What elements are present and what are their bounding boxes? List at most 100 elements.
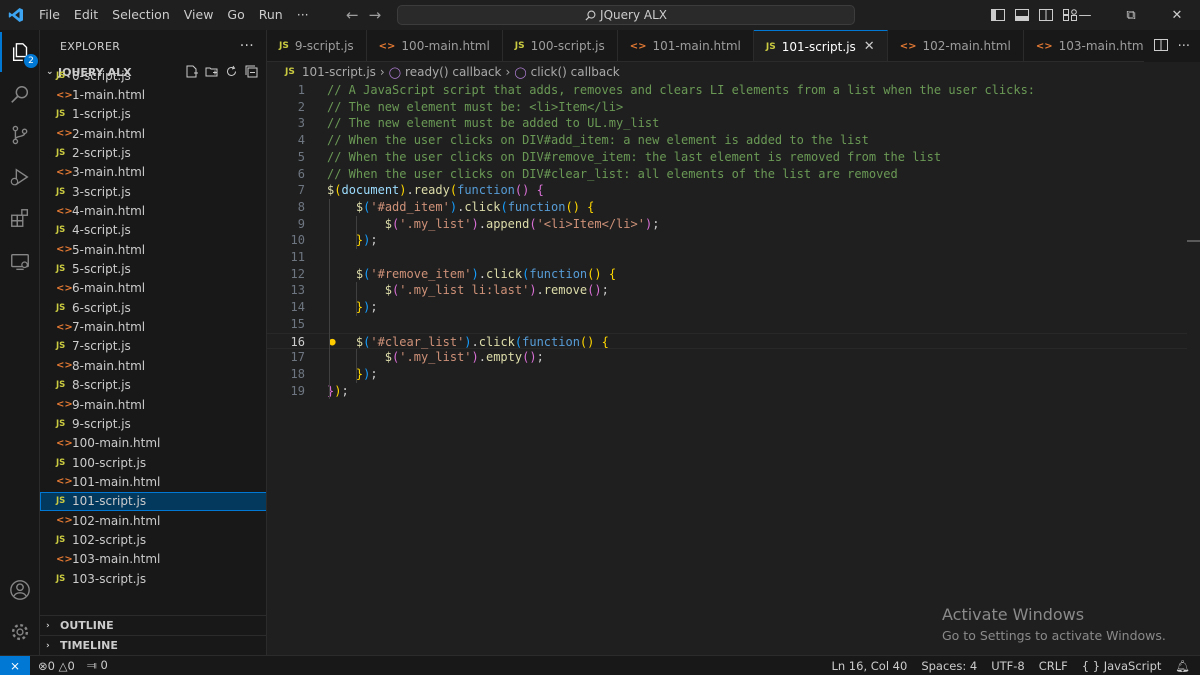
code-line: 2 // The new element must be: <li>Item</l… (267, 99, 1187, 116)
line-number: 5 (297, 149, 305, 164)
toggle-sidebar-icon[interactable] (990, 8, 1006, 22)
file-name: 101-script.js (72, 494, 147, 509)
code-line: 14 }); (267, 299, 1187, 316)
file-item[interactable]: JS 1-script.js (40, 105, 266, 124)
file-item[interactable]: <> 8-main.html (40, 356, 266, 375)
breadcrumb-symbol-click[interactable]: click() callback (531, 65, 620, 79)
notifications-bell-icon[interactable]: 🔔︎ (1175, 659, 1190, 673)
file-item[interactable]: <> 101-main.html (40, 472, 266, 491)
more-actions-icon[interactable]: ··· (1178, 39, 1190, 54)
file-item[interactable]: JS 9-script.js (40, 414, 266, 433)
js-file-icon: JS (56, 341, 66, 352)
file-item[interactable]: JS 6-script.js (40, 298, 266, 317)
file-item[interactable]: <> 9-main.html (40, 395, 266, 414)
minimize-icon[interactable]: — (1062, 0, 1108, 30)
file-item[interactable]: JS 2-script.js (40, 143, 266, 162)
file-item[interactable]: JS 4-script.js (40, 221, 266, 240)
outline-section[interactable]: › OUTLINE (40, 615, 266, 635)
menu-item[interactable]: Go (220, 0, 251, 30)
line-number: 4 (297, 133, 305, 148)
file-name: 9-script.js (72, 416, 131, 431)
editor-tab[interactable]: <> 103-main.html (1024, 30, 1160, 61)
split-editor-icon[interactable] (1153, 38, 1168, 54)
source-control-icon[interactable] (0, 115, 40, 155)
file-item[interactable]: <> 5-main.html (40, 240, 266, 259)
ports-indicator[interactable]: ⫥ 0 (87, 658, 108, 673)
restore-icon[interactable]: ⧉ (1108, 0, 1154, 30)
command-center-search[interactable]: JQuery ALX (397, 5, 855, 25)
explorer-more-icon[interactable]: ··· (240, 38, 254, 54)
editor-tab[interactable]: <> 100-main.html (367, 30, 503, 61)
file-item[interactable]: <> 6-main.html (40, 279, 266, 298)
file-item[interactable]: <> 100-main.html (40, 434, 266, 453)
encoding[interactable]: UTF-8 (991, 659, 1025, 673)
menu-item[interactable]: View (177, 0, 221, 30)
menu-item[interactable]: Run (252, 0, 290, 30)
toggle-panel-icon[interactable] (1014, 8, 1030, 22)
problems-indicator[interactable]: ⊗0 △0 (38, 659, 75, 673)
code-line: 11 (267, 249, 1187, 266)
editor-tab[interactable]: JS 9-script.js (267, 30, 367, 61)
editor-tab[interactable]: JS 100-script.js (503, 30, 618, 61)
language-mode[interactable]: { } JavaScript (1082, 659, 1162, 673)
forward-arrow-icon[interactable]: → (369, 6, 382, 24)
back-arrow-icon[interactable]: ← (346, 6, 359, 24)
file-item[interactable]: JS 8-script.js (40, 376, 266, 395)
code-text: }); (355, 366, 378, 381)
menu-item[interactable]: ··· (290, 0, 316, 30)
breadcrumb-symbol-ready[interactable]: ready() callback (405, 65, 501, 79)
file-item[interactable]: JS 100-script.js (40, 453, 266, 472)
file-item[interactable]: <> 103-main.html (40, 550, 266, 569)
file-item[interactable]: JS 7-script.js (40, 337, 266, 356)
error-icon: ⊗ (38, 658, 48, 673)
file-name: 103-main.html (72, 552, 161, 567)
run-debug-icon[interactable] (0, 157, 40, 197)
manage-gear-icon[interactable] (0, 612, 40, 652)
menu-item[interactable]: Edit (67, 0, 105, 30)
code-editor[interactable]: 1 // A JavaScript script that adds, remov… (267, 82, 1187, 655)
file-item[interactable]: JS 103-script.js (40, 569, 266, 586)
file-item[interactable]: JS 3-script.js (40, 182, 266, 201)
file-item[interactable]: <> 3-main.html (40, 163, 266, 182)
code-text: $('#clear_list').click(function() { (355, 334, 609, 349)
file-item[interactable]: JS 0-script.js (40, 66, 266, 85)
file-item[interactable]: <> 1-main.html (40, 85, 266, 104)
editor-tab[interactable]: <> 102-main.html (888, 30, 1024, 61)
editor-tab[interactable]: JS 101-script.js ✕ (753, 30, 888, 61)
remote-explorer-icon[interactable] (0, 242, 40, 282)
toggle-secondary-sidebar-icon[interactable] (1038, 8, 1054, 22)
file-item[interactable]: <> 4-main.html (40, 201, 266, 220)
cursor-position[interactable]: Ln 16, Col 40 (831, 659, 907, 673)
file-name: 3-script.js (72, 184, 131, 199)
indentation[interactable]: Spaces: 4 (921, 659, 977, 673)
code-line: 16 ● $('#clear_list').click(function() { (267, 332, 1187, 350)
accounts-icon[interactable] (0, 570, 40, 610)
code-line: 8 $('#add_item').click(function() { (267, 199, 1187, 216)
timeline-section[interactable]: › TIMELINE (40, 635, 266, 655)
end-of-line[interactable]: CRLF (1039, 659, 1068, 673)
breadcrumb-file[interactable]: 101-script.js (302, 65, 376, 79)
editor-tab[interactable]: <> 101-main.html (618, 30, 754, 61)
close-window-icon[interactable]: ✕ (1154, 0, 1200, 30)
html-file-icon: <> (56, 553, 73, 565)
js-file-icon: JS (56, 186, 66, 197)
file-item[interactable]: JS 5-script.js (40, 259, 266, 278)
file-item[interactable]: <> 2-main.html (40, 124, 266, 143)
tab-label: 101-main.html (652, 39, 741, 53)
extensions-icon[interactable] (0, 198, 40, 238)
close-tab-icon[interactable]: ✕ (864, 39, 875, 54)
menu-item[interactable]: Selection (105, 0, 177, 30)
chevron-right-icon: › (46, 640, 50, 651)
file-name: 8-script.js (72, 378, 131, 393)
explorer-icon[interactable]: 2 (0, 32, 40, 72)
code-line: 7 $(document).ready(function() { (267, 182, 1187, 199)
editor-scrollbar[interactable] (1187, 82, 1200, 655)
search-view-icon[interactable] (0, 75, 40, 115)
code-line: 9 $('.my_list').append('<li>Item</li>'); (267, 216, 1187, 233)
file-item[interactable]: JS 101-script.js (40, 491, 266, 511)
file-item[interactable]: <> 102-main.html (40, 511, 266, 530)
remote-indicator-icon[interactable]: ⨯ (0, 655, 30, 675)
menu-item[interactable]: File (32, 0, 67, 30)
file-item[interactable]: JS 102-script.js (40, 530, 266, 549)
file-item[interactable]: <> 7-main.html (40, 317, 266, 336)
